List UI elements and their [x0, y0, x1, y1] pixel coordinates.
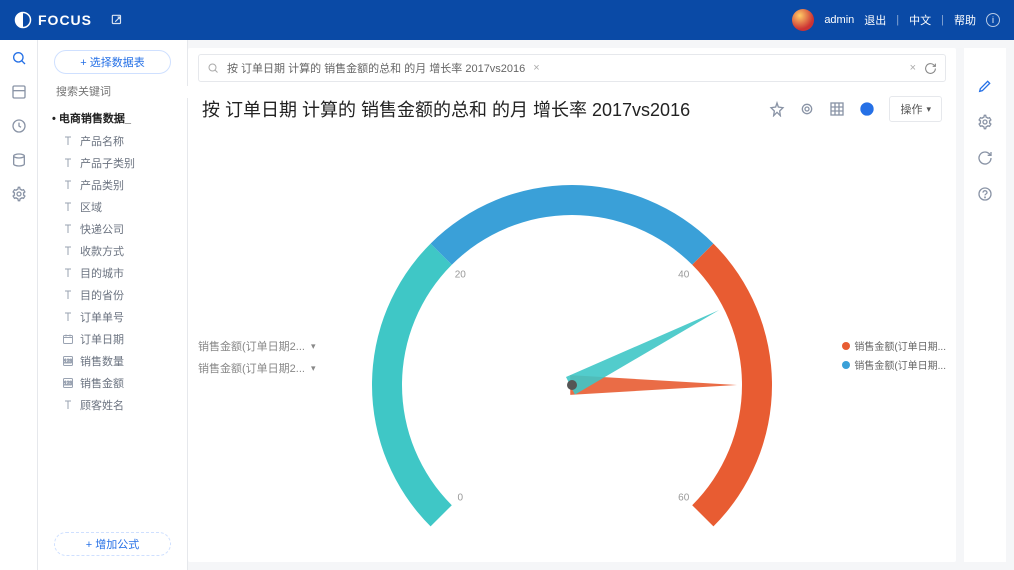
field-item[interactable]: 目的城市	[52, 262, 181, 284]
field-item[interactable]: 产品子类别	[52, 152, 181, 174]
nav-settings-icon[interactable]	[11, 186, 27, 202]
brand-text: FOCUS	[38, 12, 92, 28]
svg-text:60: 60	[678, 493, 690, 504]
page-title: 按 订单日期 计算的 销售金额的总和 的月 增长率 2017vs2016	[202, 96, 757, 122]
field-search-input[interactable]	[56, 86, 198, 98]
query-text: 按 订单日期 计算的 销售金额的总和 的月 增长率 2017vs2016	[227, 60, 525, 76]
brand-logo-icon	[14, 11, 32, 29]
nav-search-icon[interactable]	[11, 50, 27, 66]
legend-item[interactable]: 销售金额(订单日期...	[842, 357, 946, 372]
edit-chart-icon[interactable]	[977, 78, 993, 94]
clear-all-icon[interactable]: ×	[910, 62, 916, 74]
nav-dashboard-icon[interactable]	[11, 84, 27, 100]
field-item[interactable]: 区域	[52, 196, 181, 218]
nav-rail	[0, 40, 38, 570]
question-icon[interactable]	[977, 186, 993, 202]
field-item[interactable]: 收款方式	[52, 240, 181, 262]
legend-item[interactable]: 销售金额(订单日期...	[842, 338, 946, 353]
field-item[interactable]: 目的省份	[52, 284, 181, 306]
nav-data-icon[interactable]	[11, 152, 27, 168]
chart-view-icon[interactable]	[859, 101, 875, 117]
help-link[interactable]: 帮助	[954, 12, 976, 28]
select-datasource-button[interactable]: + 选择数据表	[54, 50, 171, 74]
nav-history-icon[interactable]	[11, 118, 27, 134]
svg-text:123: 123	[64, 359, 73, 365]
lang-link[interactable]: 中文	[909, 12, 931, 28]
gauge-chart: 0 20 40 60	[188, 128, 956, 562]
separator: |	[941, 14, 944, 26]
field-item[interactable]: 订单日期	[52, 328, 181, 350]
field-item[interactable]: 123销售金额	[52, 372, 181, 394]
brand: FOCUS	[14, 11, 92, 29]
legend-dot-icon	[842, 342, 850, 350]
field-search[interactable]	[50, 86, 175, 98]
separator: |	[896, 14, 899, 26]
title-bar: 按 订单日期 计算的 销售金额的总和 的月 增长率 2017vs2016 操作 …	[188, 82, 956, 128]
username: admin	[824, 14, 854, 26]
help-icon[interactable]: i	[986, 13, 1000, 27]
svg-text:123: 123	[64, 381, 73, 387]
field-item[interactable]: 顾客姓名	[52, 394, 181, 416]
clear-query-icon[interactable]: ×	[533, 62, 539, 74]
avatar[interactable]	[792, 9, 814, 31]
add-formula-button[interactable]: + 增加公式	[54, 532, 171, 556]
field-item[interactable]: 产品类别	[52, 174, 181, 196]
table-view-icon[interactable]	[829, 101, 845, 117]
search-icon	[207, 62, 219, 74]
topbar-right: admin 退出 | 中文 | 帮助 i	[792, 9, 1000, 31]
svg-text:0: 0	[457, 493, 463, 504]
svg-text:20: 20	[455, 269, 467, 280]
pin-icon[interactable]	[769, 101, 785, 117]
config-icon[interactable]	[799, 101, 815, 117]
chevron-down-icon: ▾	[926, 104, 931, 115]
topbar: FOCUS admin 退出 | 中文 | 帮助 i	[0, 0, 1014, 40]
query-bar[interactable]: 按 订单日期 计算的 销售金额的总和 的月 增长率 2017vs2016 × ×	[198, 54, 946, 82]
legend: 销售金额(订单日期... 销售金额(订单日期...	[842, 338, 946, 372]
right-rail	[964, 48, 1006, 562]
operations-dropdown[interactable]: 操作 ▾	[889, 96, 942, 122]
field-item[interactable]: 产品名称	[52, 130, 181, 152]
field-tree: • 电商销售数据_ 产品名称产品子类别产品类别区域快递公司收款方式目的城市目的省…	[38, 106, 187, 524]
field-item[interactable]: 快递公司	[52, 218, 181, 240]
chart-toolbar: 操作 ▾	[769, 96, 942, 122]
field-item[interactable]: 订单单号	[52, 306, 181, 328]
chart-area: 销售金额(订单日期2...▾ 销售金额(订单日期2...▾ 0204060 销售…	[188, 128, 956, 562]
refresh-icon[interactable]	[924, 62, 937, 75]
field-sidebar: + 选择数据表 • 电商销售数据_ 产品名称产品子类别产品类别区域快递公司收款方…	[38, 40, 188, 570]
logout-link[interactable]: 退出	[864, 12, 886, 28]
field-item[interactable]: 123销售数量	[52, 350, 181, 372]
open-external-icon[interactable]	[110, 13, 124, 27]
datasource-name[interactable]: • 电商销售数据_	[52, 106, 181, 130]
reload-icon[interactable]	[977, 150, 993, 166]
svg-text:40: 40	[678, 269, 690, 280]
gear-icon[interactable]	[977, 114, 993, 130]
legend-dot-icon	[842, 361, 850, 369]
